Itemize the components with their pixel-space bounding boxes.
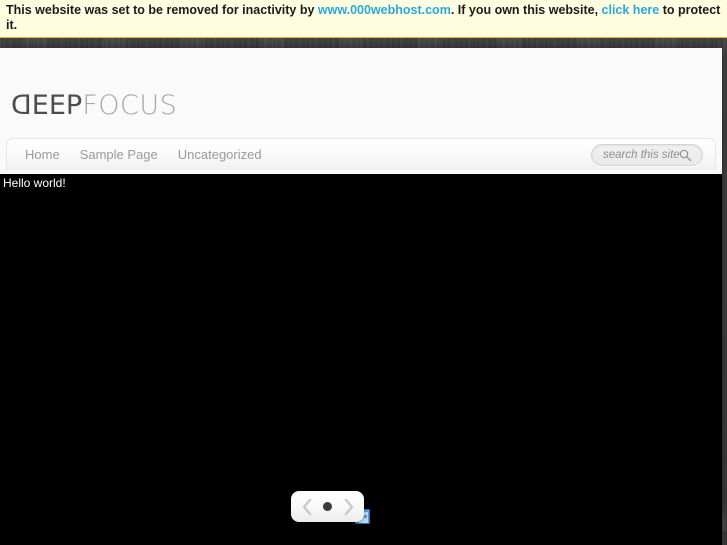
nav-item-sample-page[interactable]: Sample Page: [70, 139, 168, 171]
banner-text-2: . If you own this website,: [450, 3, 602, 17]
search-box[interactable]: [591, 144, 703, 166]
site-logo[interactable]: DEEPFOCUS: [11, 90, 178, 121]
slider-next-button[interactable]: [340, 496, 356, 518]
featured-slider-region: Hello world!: [0, 174, 722, 545]
slider-controls: [291, 491, 364, 522]
logo-reversed-d: D: [11, 90, 32, 121]
logo-text-secondary: FOCUS: [82, 90, 178, 121]
post-title-hello-world[interactable]: Hello world!: [3, 176, 66, 190]
search-icon[interactable]: [679, 149, 692, 162]
nav-item-home[interactable]: Home: [15, 139, 70, 171]
slider-prev-button[interactable]: [299, 496, 315, 518]
banner-text-1: This website was set to be removed for i…: [6, 3, 318, 17]
primary-navigation-bar: Home Sample Page Uncategorized: [6, 138, 716, 170]
inactivity-warning-banner: This website was set to be removed for i…: [0, 0, 727, 38]
banner-link-click-here[interactable]: click here: [602, 3, 660, 17]
search-input[interactable]: [601, 145, 687, 165]
nav-item-uncategorized[interactable]: Uncategorized: [168, 139, 272, 171]
banner-link-000webhost[interactable]: www.000webhost.com: [318, 3, 451, 17]
site-header: DEEPFOCUS: [0, 48, 722, 138]
logo-text-primary: DEEP: [11, 90, 83, 121]
nav-menu: Home Sample Page Uncategorized: [15, 139, 272, 171]
slider-indicator-dot-1[interactable]: [323, 502, 332, 511]
site-panel: DEEPFOCUS Home Sample Page Uncategorized…: [0, 48, 722, 545]
